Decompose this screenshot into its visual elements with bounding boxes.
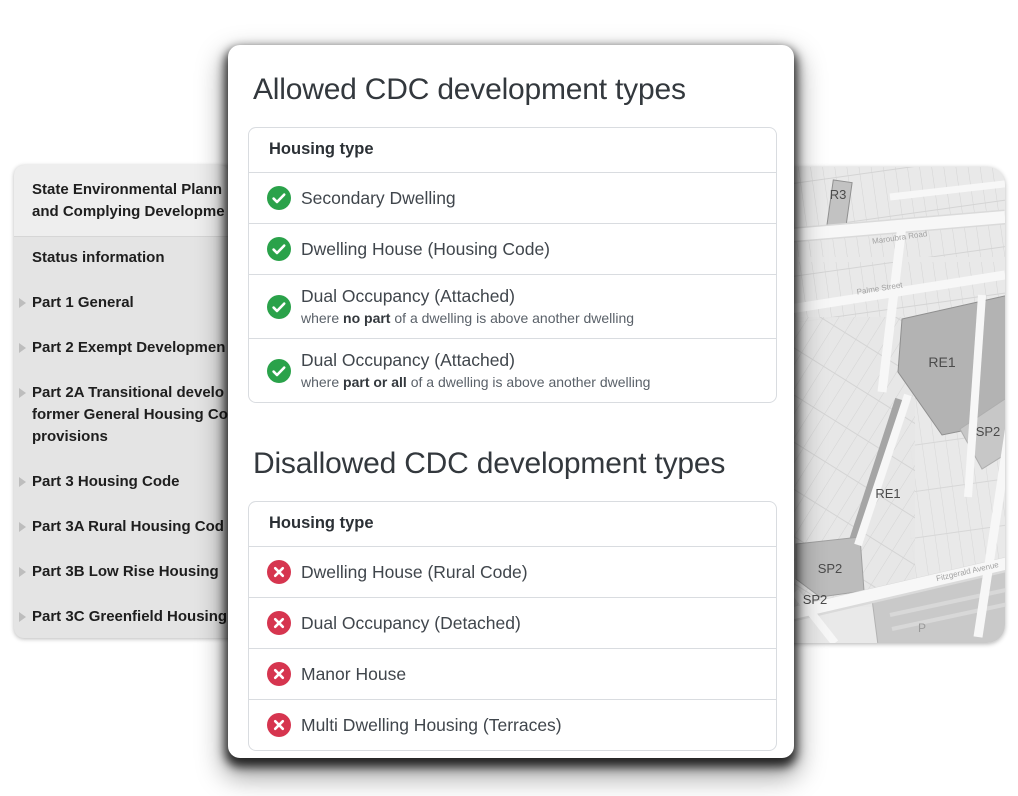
- cdc-section: Allowed CDC development types Housing ty…: [248, 71, 774, 403]
- chevron-right-icon: [19, 298, 26, 308]
- allowed-housing-table: Housing type Secondary Dwelling Dwelling …: [248, 127, 777, 403]
- x-circle-icon: [267, 662, 291, 686]
- check-circle-icon: [267, 295, 291, 319]
- sidebar-item[interactable]: State Environmental Plannand Complying D…: [14, 165, 229, 236]
- housing-type-label: Dwelling House (Housing Code): [301, 237, 550, 261]
- housing-type-row: Manor House: [249, 648, 776, 699]
- chevron-right-icon: [19, 567, 26, 577]
- chevron-right-icon: [19, 388, 26, 398]
- housing-type-row: Dual Occupancy (Attached)where part or a…: [249, 338, 776, 402]
- housing-type-row: Dwelling House (Rural Code): [249, 546, 776, 597]
- x-circle-icon: [267, 713, 291, 737]
- housing-type-label: Dual Occupancy (Attached): [301, 348, 650, 372]
- sidebar-item-label: State Environmental Plannand Complying D…: [32, 179, 211, 223]
- housing-type-note: where no part of a dwelling is above ano…: [301, 308, 634, 329]
- sidebar-item[interactable]: Part 3 Housing Code: [14, 460, 229, 505]
- sidebar-item-label: Part 1 General: [32, 292, 211, 314]
- housing-type-label: Multi Dwelling Housing (Terraces): [301, 713, 562, 737]
- check-circle-icon: [267, 186, 291, 210]
- sidebar-item-label: Part 3C Greenfield Housing: [32, 606, 211, 628]
- sidebar-item[interactable]: Part 3A Rural Housing Cod: [14, 505, 229, 550]
- housing-type-row: Secondary Dwelling: [249, 172, 776, 223]
- map-zone-label: P: [918, 621, 926, 635]
- housing-type-label: Dual Occupancy (Detached): [301, 611, 521, 635]
- sidebar-item[interactable]: Status information: [14, 236, 229, 281]
- housing-type-note: where part or all of a dwelling is above…: [301, 372, 650, 393]
- map-zone-label: RE1: [875, 486, 900, 501]
- map-zone-label: SP2: [818, 561, 843, 576]
- housing-type-label: Manor House: [301, 662, 406, 686]
- table-body: Dwelling House (Rural Code) Dual Occupanc…: [249, 546, 776, 750]
- sidebar-item[interactable]: Part 1 General: [14, 281, 229, 326]
- map-zone-label: SP2: [803, 592, 828, 607]
- section-title-allowed: Allowed CDC development types: [253, 71, 774, 109]
- x-circle-icon: [267, 560, 291, 584]
- table-body: Secondary Dwelling Dwelling House (Housin…: [249, 172, 776, 402]
- check-circle-icon: [267, 237, 291, 261]
- x-circle-icon: [267, 611, 291, 635]
- sidebar-nav: State Environmental Plannand Complying D…: [14, 165, 229, 638]
- sidebar-item[interactable]: Part 3C Greenfield Housing: [14, 595, 229, 638]
- chevron-right-icon: [19, 343, 26, 353]
- chevron-right-icon: [19, 477, 26, 487]
- table-header: Housing type: [249, 502, 776, 546]
- sidebar-item-label: Part 3 Housing Code: [32, 471, 211, 493]
- cdc-section: Disallowed CDC development types Housing…: [248, 445, 774, 751]
- map-zone-label: RE1: [928, 354, 955, 370]
- sidebar-item[interactable]: Part 2A Transitional develoformer Genera…: [14, 371, 229, 460]
- sidebar-item-label: Part 3B Low Rise Housing: [32, 561, 211, 583]
- disallowed-housing-table: Housing type Dwelling House (Rural Code)…: [248, 501, 777, 751]
- sidebar-item-label: Status information: [32, 247, 211, 269]
- section-title-disallowed: Disallowed CDC development types: [253, 445, 774, 483]
- check-circle-icon: [267, 359, 291, 383]
- sidebar-item-label: Part 2 Exempt Developmen: [32, 337, 211, 359]
- sidebar-item[interactable]: Part 2 Exempt Developmen: [14, 326, 229, 371]
- housing-type-label: Dwelling House (Rural Code): [301, 560, 528, 584]
- table-header: Housing type: [249, 128, 776, 172]
- housing-type-row: Dual Occupancy (Detached): [249, 597, 776, 648]
- sidebar-item-label: Part 2A Transitional develoformer Genera…: [32, 382, 211, 448]
- map-zone-label: R3: [830, 187, 847, 202]
- cdc-development-card: Allowed CDC development types Housing ty…: [228, 45, 794, 758]
- sidebar-item-label: Part 3A Rural Housing Cod: [32, 516, 211, 538]
- housing-type-label: Secondary Dwelling: [301, 186, 456, 210]
- housing-type-row: Multi Dwelling Housing (Terraces): [249, 699, 776, 750]
- map-zone-label: SP2: [976, 424, 1001, 439]
- housing-type-row: Dual Occupancy (Attached)where no part o…: [249, 274, 776, 338]
- housing-type-label: Dual Occupancy (Attached): [301, 284, 634, 308]
- sidebar-item[interactable]: Part 3B Low Rise Housing: [14, 550, 229, 595]
- housing-type-row: Dwelling House (Housing Code): [249, 223, 776, 274]
- chevron-right-icon: [19, 612, 26, 622]
- chevron-right-icon: [19, 522, 26, 532]
